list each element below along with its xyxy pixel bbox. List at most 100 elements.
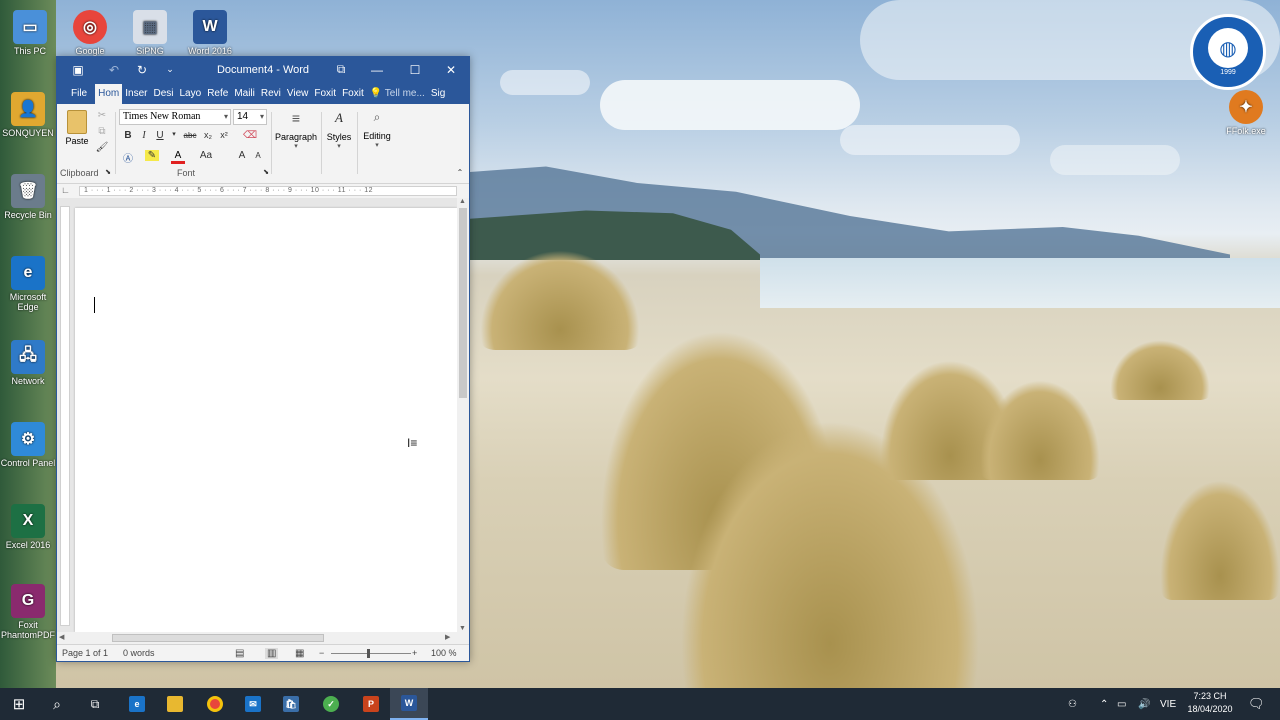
taskbar-chrome[interactable] bbox=[196, 688, 234, 720]
taskbar-powerpoint[interactable]: P bbox=[352, 688, 390, 720]
tab-design[interactable]: Desi bbox=[150, 84, 176, 104]
desktop-icon-google[interactable]: ◎ Google bbox=[62, 10, 118, 56]
desktop-icon-excel[interactable]: X Excel 2016 bbox=[0, 504, 56, 550]
zoom-slider-thumb[interactable] bbox=[367, 649, 370, 658]
text-effects-icon[interactable]: Ⓐ bbox=[121, 150, 135, 165]
vertical-ruler[interactable] bbox=[60, 206, 70, 626]
desktop-icon-label: SONQUYEN bbox=[2, 128, 54, 138]
notifications-icon[interactable]: 🗨 bbox=[1248, 688, 1265, 720]
superscript-button[interactable]: x² bbox=[217, 130, 231, 140]
bold-button[interactable]: B bbox=[121, 130, 135, 141]
zoom-slider[interactable] bbox=[331, 649, 411, 658]
start-button[interactable]: ⊞ bbox=[0, 688, 38, 720]
minimize-button[interactable]: — bbox=[359, 57, 395, 82]
collapse-ribbon-icon[interactable]: ⌃ bbox=[453, 168, 467, 177]
change-case-button[interactable]: Aa bbox=[195, 150, 217, 161]
grow-font-button[interactable]: A bbox=[235, 150, 249, 161]
tab-insert[interactable]: Inser bbox=[122, 84, 150, 104]
ribbon-display-options-icon[interactable]: ⧉ bbox=[323, 57, 359, 82]
vertical-scroll-thumb[interactable] bbox=[459, 208, 467, 398]
horizontal-ruler[interactable]: ∟ 1 · · · 1 · · · 2 · · · 3 · · · 4 · · … bbox=[57, 184, 469, 198]
paragraph-button[interactable]: ≡ Paragraph ▾ bbox=[273, 110, 319, 150]
desktop-icon-network[interactable]: 🖧 Network bbox=[0, 340, 56, 386]
network-tray-icon[interactable]: ▭ bbox=[1117, 688, 1126, 720]
taskbar-app-green[interactable]: ✓ bbox=[312, 688, 350, 720]
desktop-icon-word[interactable]: W Word 2016 bbox=[182, 10, 238, 56]
tab-file[interactable]: File bbox=[61, 84, 95, 104]
desktop-icon-recycle-bin[interactable]: 🗑 Recycle Bin bbox=[0, 174, 56, 220]
clear-formatting-icon[interactable]: ⌫ bbox=[243, 130, 257, 141]
tab-foxit-2[interactable]: Foxit bbox=[339, 84, 367, 104]
highlight-icon[interactable]: ✎ bbox=[145, 150, 159, 161]
tab-home[interactable]: Hom bbox=[95, 84, 123, 104]
redo-icon[interactable]: ↻ bbox=[131, 57, 153, 82]
tab-view[interactable]: View bbox=[284, 84, 312, 104]
desktop-icon-foxit[interactable]: G Foxit PhantomPDF bbox=[0, 584, 56, 640]
desktop-icon-user-folder[interactable]: 👤 SONQUYEN bbox=[0, 92, 56, 138]
zoom-level[interactable]: 100 % bbox=[431, 648, 457, 658]
tab-foxit-1[interactable]: Foxit bbox=[311, 84, 339, 104]
copy-icon[interactable]: ⧉ bbox=[95, 126, 109, 137]
scroll-down-icon[interactable]: ▼ bbox=[459, 625, 466, 632]
zoom-in-icon[interactable]: + bbox=[412, 648, 417, 658]
italic-button[interactable]: I bbox=[137, 130, 151, 141]
task-view-button[interactable]: ⧉ bbox=[76, 688, 114, 720]
desktop-icon-ffolk[interactable]: ✦ FFolk.exe bbox=[1218, 90, 1274, 136]
font-size-select[interactable]: 14 ▾ bbox=[233, 109, 267, 125]
search-button[interactable]: ⌕ bbox=[38, 688, 76, 720]
subscript-button[interactable]: x₂ bbox=[201, 130, 215, 140]
desktop-icon-edge[interactable]: e Microsoft Edge bbox=[0, 256, 56, 312]
format-painter-icon[interactable]: 🖌 bbox=[95, 142, 109, 153]
font-color-icon[interactable]: A bbox=[171, 150, 185, 164]
underline-dropdown-icon[interactable]: ▾ bbox=[169, 130, 179, 138]
input-language[interactable]: VIE bbox=[1160, 688, 1176, 720]
desktop-icon-control-panel[interactable]: ⚙ Control Panel bbox=[0, 422, 56, 468]
editing-button[interactable]: ⌕ Editing ▾ bbox=[359, 110, 395, 149]
scroll-right-icon[interactable]: ▶ bbox=[445, 633, 450, 641]
document-page[interactable]: I≡ bbox=[75, 208, 457, 632]
taskbar-mail[interactable]: ✉ bbox=[234, 688, 272, 720]
cut-icon[interactable]: ✂ bbox=[95, 110, 109, 121]
undo-icon[interactable]: ↶ bbox=[103, 57, 125, 82]
tab-selector-icon[interactable]: ∟ bbox=[61, 185, 70, 195]
strikethrough-button[interactable]: abc bbox=[181, 131, 199, 140]
paste-button[interactable]: Paste bbox=[63, 110, 91, 146]
taskbar-word[interactable]: W bbox=[390, 688, 428, 720]
web-layout-icon[interactable]: ▦ bbox=[295, 648, 304, 659]
save-icon[interactable]: ▣ bbox=[67, 57, 89, 82]
maximize-button[interactable]: ☐ bbox=[397, 57, 433, 82]
underline-button[interactable]: U bbox=[153, 130, 167, 141]
font-name-select[interactable]: Times New Roman ▾ bbox=[119, 109, 231, 125]
tell-me-search[interactable]: 💡 Tell me... bbox=[367, 84, 428, 104]
clipboard-launcher-icon[interactable]: ⬊ bbox=[101, 168, 115, 176]
desktop-icon-this-pc[interactable]: ▭ This PC bbox=[2, 10, 58, 56]
zoom-out-icon[interactable]: − bbox=[319, 648, 324, 658]
scroll-up-icon[interactable]: ▲ bbox=[459, 198, 466, 205]
sign-in-link[interactable]: Sig bbox=[428, 84, 448, 104]
scroll-left-icon[interactable]: ◀ bbox=[59, 633, 64, 641]
clock[interactable]: 7:23 CH 18/04/2020 bbox=[1183, 690, 1237, 716]
volume-icon[interactable]: 🔊 bbox=[1138, 688, 1150, 720]
tab-review[interactable]: Revi bbox=[258, 84, 284, 104]
taskbar-file-explorer[interactable] bbox=[156, 688, 194, 720]
tab-layout[interactable]: Layo bbox=[177, 84, 205, 104]
page-count[interactable]: Page 1 of 1 bbox=[62, 648, 108, 658]
horizontal-scrollbar[interactable]: ◀ ▶ bbox=[57, 632, 469, 644]
styles-button[interactable]: A Styles ▾ bbox=[323, 110, 355, 150]
word-count[interactable]: 0 words bbox=[123, 648, 155, 658]
tab-mailings[interactable]: Maili bbox=[231, 84, 258, 104]
taskbar-edge[interactable]: e bbox=[118, 688, 156, 720]
close-button[interactable]: ✕ bbox=[433, 57, 469, 82]
show-hidden-icons[interactable]: ⌃ bbox=[1100, 688, 1108, 720]
shrink-font-icon[interactable]: A bbox=[251, 151, 265, 160]
people-icon[interactable]: ⚇ bbox=[1068, 688, 1077, 720]
taskbar-store[interactable]: 🛍 bbox=[272, 688, 310, 720]
tab-references[interactable]: Refe bbox=[204, 84, 231, 104]
vertical-scrollbar[interactable]: ▲ ▼ bbox=[457, 198, 469, 632]
desktop-icon-sipng[interactable]: ▦ SiPNG bbox=[122, 10, 178, 56]
read-mode-icon[interactable]: ▤ bbox=[235, 648, 244, 659]
print-layout-icon[interactable]: ▥ bbox=[265, 648, 279, 659]
horizontal-scroll-thumb[interactable] bbox=[112, 634, 324, 642]
green-app-icon: ✓ bbox=[323, 696, 339, 712]
customize-quick-access-icon[interactable]: ⌄ bbox=[159, 57, 181, 82]
